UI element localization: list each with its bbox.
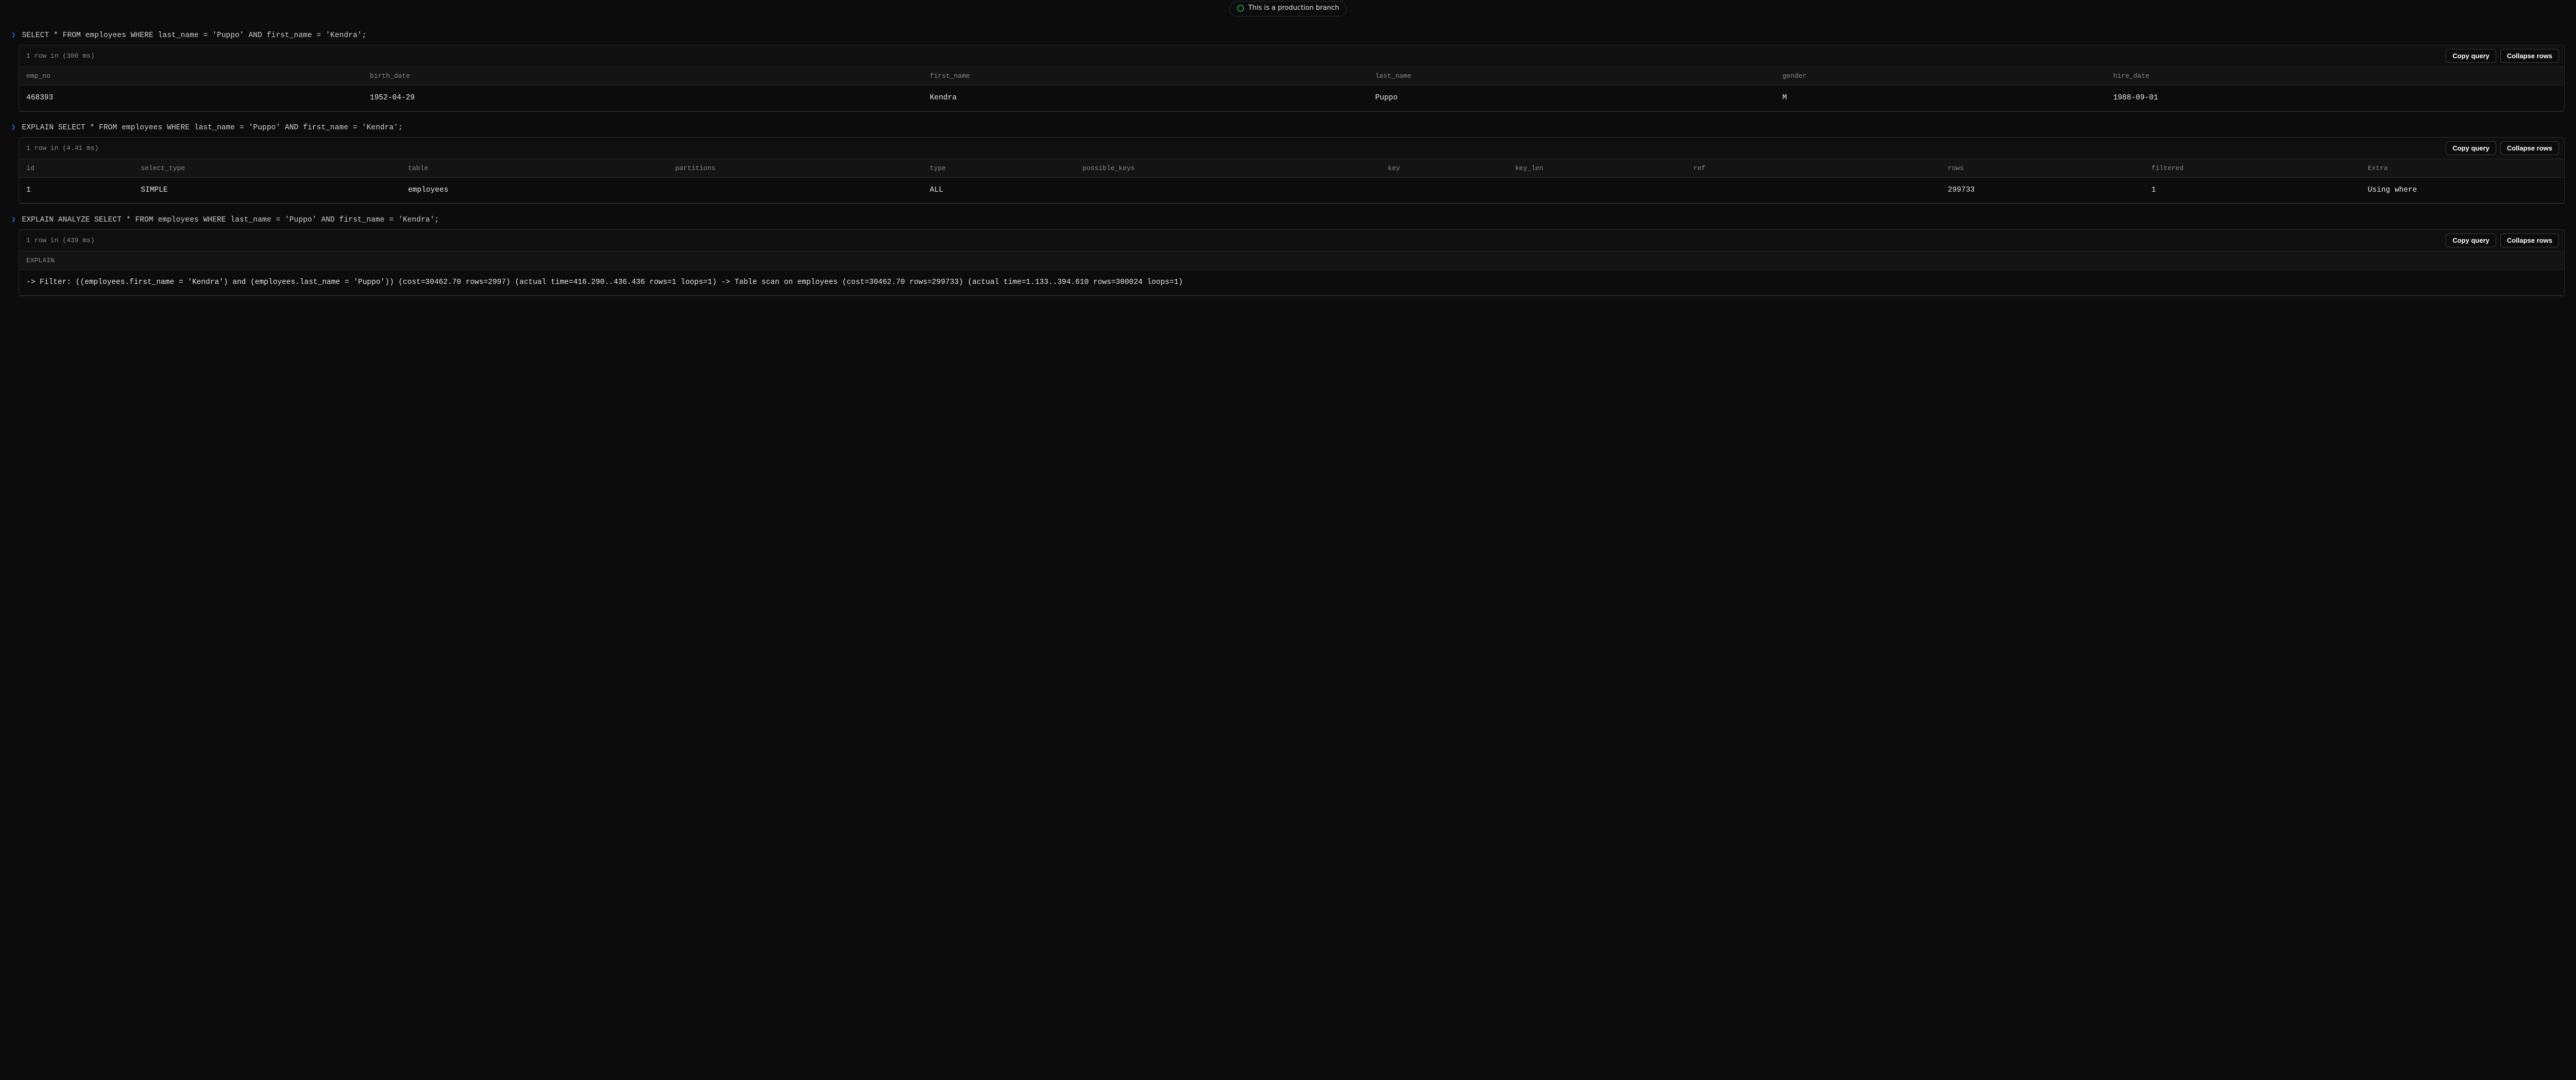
rows-info: 1 row in (439 ms) [26, 237, 95, 244]
collapse-rows-button[interactable]: Collapse rows [2500, 49, 2559, 63]
copy-query-button[interactable]: Copy query [2446, 141, 2496, 155]
column-header: Extra [2361, 159, 2564, 178]
table-cell: 468393 [19, 86, 363, 111]
column-header: emp_no [19, 67, 363, 86]
table-cell: Using where [2361, 178, 2564, 204]
prompt-icon: ❯ [11, 123, 15, 132]
result-table: emp_nobirth_datefirst_namelast_namegende… [19, 66, 2564, 111]
column-header: partitions [668, 159, 923, 178]
table-row: 4683931952-04-29KendraPuppoM1988-09-01 [19, 86, 2564, 111]
column-header: birth_date [363, 67, 923, 86]
column-header: hire_date [2106, 67, 2564, 86]
table-cell [1075, 178, 1381, 204]
copy-query-button[interactable]: Copy query [2446, 233, 2496, 247]
result-card: 1 row in (300 ms) Copy query Collapse ro… [19, 45, 2565, 111]
result-card: 1 row in (439 ms) Copy query Collapse ro… [19, 229, 2565, 296]
badge-text: This is a production branch [1248, 4, 1339, 12]
column-header: ref [1686, 159, 1941, 178]
table-cell [1508, 178, 1686, 204]
table-cell: SIMPLE [133, 178, 401, 204]
query-text: EXPLAIN ANALYZE SELECT * FROM employees … [22, 216, 439, 224]
table-cell: employees [401, 178, 668, 204]
column-header: last_name [1368, 67, 1775, 86]
result-table: EXPLAIN -> Filter: ((employees.first_nam… [19, 251, 2564, 295]
table-cell: ALL [923, 178, 1075, 204]
table-cell: 299733 [1941, 178, 2144, 204]
column-header: id [19, 159, 133, 178]
table-row: 1SIMPLEemployeesALL2997331Using where [19, 178, 2564, 204]
column-header: key_len [1508, 159, 1686, 178]
query-text: EXPLAIN SELECT * FROM employees WHERE la… [22, 124, 402, 132]
column-header: rows [1941, 159, 2144, 178]
collapse-rows-button[interactable]: Collapse rows [2500, 141, 2559, 155]
table-cell [668, 178, 923, 204]
table-cell: 1988-09-01 [2106, 86, 2564, 111]
production-branch-badge: This is a production branch [1229, 1, 1347, 16]
table-row: -> Filter: ((employees.first_name = 'Ken… [19, 270, 2564, 296]
prompt-icon: ❯ [11, 31, 15, 40]
column-header: key [1381, 159, 1508, 178]
query-text: SELECT * FROM employees WHERE last_name … [22, 31, 366, 40]
result-card: 1 row in (4.41 ms) Copy query Collapse r… [19, 137, 2565, 204]
column-header: select_type [133, 159, 401, 178]
table-cell [1381, 178, 1508, 204]
copy-query-button[interactable]: Copy query [2446, 49, 2496, 63]
table-cell: Puppo [1368, 86, 1775, 111]
result-table: idselect_typetablepartitionstypepossible… [19, 159, 2564, 203]
circle-check-icon [1237, 5, 1244, 12]
table-cell: 1952-04-29 [363, 86, 923, 111]
column-header: gender [1775, 67, 2106, 86]
collapse-rows-button[interactable]: Collapse rows [2500, 233, 2559, 247]
prompt-icon: ❯ [11, 215, 15, 224]
table-cell: 1 [2144, 178, 2361, 204]
table-cell [1686, 178, 1941, 204]
table-cell: M [1775, 86, 2106, 111]
column-header: first_name [923, 67, 1368, 86]
rows-info: 1 row in (4.41 ms) [26, 144, 98, 152]
column-header: possible_keys [1075, 159, 1381, 178]
table-cell: -> Filter: ((employees.first_name = 'Ken… [19, 270, 2564, 296]
column-header: filtered [2144, 159, 2361, 178]
table-cell: 1 [19, 178, 133, 204]
column-header: EXPLAIN [19, 251, 2564, 270]
column-header: table [401, 159, 668, 178]
table-cell: Kendra [923, 86, 1368, 111]
column-header: type [923, 159, 1075, 178]
rows-info: 1 row in (300 ms) [26, 52, 95, 60]
